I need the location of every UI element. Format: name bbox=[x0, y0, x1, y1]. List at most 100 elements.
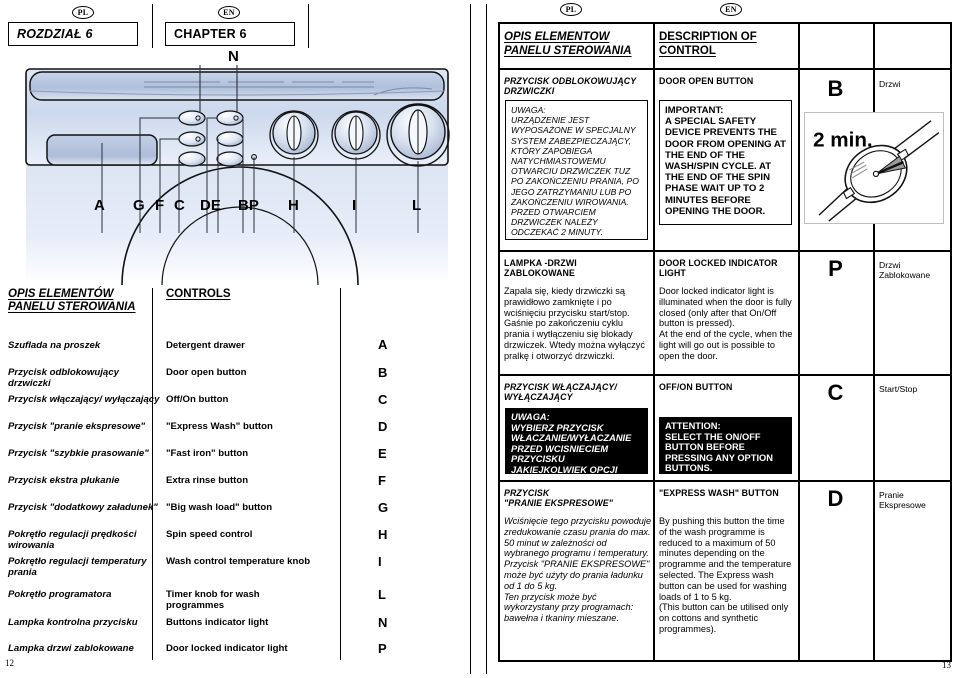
row-body-en: Door locked indicator light is illuminat… bbox=[659, 286, 793, 361]
watch-label: 2 min. bbox=[813, 128, 873, 151]
list-item: "Fast iron" button bbox=[166, 448, 249, 459]
row-side-note: Drzwi Zablokowane bbox=[879, 260, 947, 280]
callout-label-g: G bbox=[133, 197, 145, 214]
row-side-note: Start/Stop bbox=[879, 384, 918, 394]
table-rule bbox=[498, 68, 952, 70]
top-column-divider bbox=[152, 4, 153, 48]
page-spine-right bbox=[486, 4, 487, 674]
callout-label-h: H bbox=[288, 197, 299, 214]
table-rule bbox=[653, 24, 655, 660]
row-title-pl: LAMPKA -DRZWI ZABLOKOWANE bbox=[504, 258, 650, 278]
list-item: "Express Wash" button bbox=[166, 421, 273, 432]
row-title-pl-line1: PRZYCISK WŁĄCZAJĄCY/ bbox=[504, 382, 617, 392]
page-spine-left bbox=[470, 4, 471, 674]
list-item: Szuflada na proszek bbox=[8, 340, 101, 351]
list-item: Przycisk "dodatkowy załadunek" bbox=[8, 502, 158, 513]
list-header-en: CONTROLS bbox=[166, 288, 231, 301]
language-badge-pl-right: PL bbox=[560, 3, 582, 16]
attention-box-pl: UWAGA: WYBIERZ PRZYCISK WŁACZANIE/WYŁACZ… bbox=[505, 408, 648, 474]
row-letter: B bbox=[827, 76, 844, 101]
list-item-letter: F bbox=[378, 473, 386, 488]
row-side-note-line2: Ekspresowe bbox=[879, 500, 926, 510]
callout-label-i: I bbox=[352, 197, 357, 214]
chapter-box-pl: ROZDZIAŁ 6 bbox=[8, 22, 138, 46]
callout-label-n: N bbox=[228, 48, 239, 65]
row-title-pl-line1: PRZYCISK bbox=[504, 488, 550, 498]
row-title-en: OFF/ON BUTTON bbox=[659, 382, 733, 392]
list-item-letter: H bbox=[378, 527, 388, 542]
list-item: Timer knob for wash programmes bbox=[166, 589, 260, 611]
list-item-letter: I bbox=[378, 554, 382, 569]
top-column-divider-right bbox=[308, 4, 309, 48]
attention-box-en: ATTENTION: SELECT THE ON/OFF BUTTON BEFO… bbox=[659, 417, 792, 474]
table-header-en: DESCRIPTION OF CONTROL bbox=[659, 31, 794, 58]
attention-box-en-text: ATTENTION: SELECT THE ON/OFF BUTTON BEFO… bbox=[665, 421, 773, 474]
list-item: Pokrętło programatora bbox=[8, 589, 112, 600]
table-rule bbox=[498, 480, 952, 482]
list-item: Pokrętło regulacji prędkości wirowania bbox=[8, 529, 137, 551]
important-box-en: IMPORTANT: A SPECIAL SAFETY DEVICE PREVE… bbox=[659, 100, 792, 225]
list-item: Extra rinse button bbox=[166, 475, 249, 486]
row-title-en: DOOR LOCKED INDICATOR LIGHT bbox=[659, 258, 778, 278]
row-title-pl-line1: PRZYCISK ODBLOKOWUJĄCY bbox=[504, 76, 637, 86]
important-box-en-text: IMPORTANT: A SPECIAL SAFETY DEVICE PREVE… bbox=[665, 105, 786, 217]
row-letter: P bbox=[828, 256, 843, 281]
two-minute-watch-graphic: 2 min. bbox=[804, 112, 944, 224]
warning-box-pl: UWAGA: URZĄDZENIE JEST WYPOSAŻONE W SPEC… bbox=[505, 100, 648, 240]
warning-box-pl-text: UWAGA: URZĄDZENIE JEST WYPOSAŻONE W SPEC… bbox=[511, 105, 639, 238]
list-item: Door open button bbox=[166, 367, 247, 378]
row-side-note-line2: Zablokowane bbox=[879, 270, 931, 280]
row-side-note: Drzwi bbox=[879, 79, 901, 89]
table-header-en-line1: DESCRIPTION OF bbox=[659, 31, 757, 43]
list-item: Off/On button bbox=[166, 394, 229, 405]
row-title-pl: PRZYCISK WŁĄCZAJĄCY/ WYŁĄCZAJĄCY bbox=[504, 382, 650, 402]
row-body-pl: Zapala się, kiedy drzwiczki są prawidłow… bbox=[504, 286, 645, 361]
row-title-pl: PRZYCISK ODBLOKOWUJĄCY DRZWICZKI bbox=[504, 76, 650, 96]
row-title-pl-line2: "PRANIE EKSPRESOWE" bbox=[504, 498, 613, 508]
language-badge-pl: PL bbox=[72, 6, 94, 19]
table-header-pl-line1: OPIS ELEMENTÓW bbox=[504, 31, 610, 43]
list-item: Przycisk odblokowujący drzwiczki bbox=[8, 367, 119, 389]
list-item: Przycisk "szybkie prasowanie" bbox=[8, 448, 149, 459]
row-letter: C bbox=[827, 380, 844, 405]
controls-list: OPIS ELEMENTÓW PANELU STEROWANIA CONTROL… bbox=[0, 288, 480, 660]
list-item: Buttons indicator light bbox=[166, 617, 269, 628]
list-item: Pokrętło regulacji temperatury prania bbox=[8, 556, 147, 578]
list-item-letter: N bbox=[378, 615, 388, 630]
table-rule bbox=[498, 660, 952, 662]
table-header-pl: OPIS ELEMENTÓW PANELU STEROWANIA bbox=[504, 31, 649, 58]
language-badge-en-right: EN bbox=[720, 3, 742, 16]
attention-box-pl-text: UWAGA: WYBIERZ PRZYCISK WŁACZANIE/WYŁACZ… bbox=[511, 412, 632, 474]
list-item: Lampka kontrolna przycisku bbox=[8, 617, 138, 628]
row-title-pl-line2: WYŁĄCZAJĄCY bbox=[504, 392, 573, 402]
callout-label-bp: BP bbox=[238, 197, 259, 214]
row-title-pl: PRZYCISK "PRANIE EKSPRESOWE" bbox=[504, 488, 650, 508]
list-item: Przycisk ekstra płukanie bbox=[8, 475, 120, 486]
washing-machine-illustration bbox=[25, 65, 450, 285]
list-item: Door locked indicator light bbox=[166, 643, 288, 654]
row-title-en: DOOR OPEN BUTTON bbox=[659, 76, 754, 86]
list-item: Wash control temperature knob bbox=[166, 556, 311, 567]
page-number-left: 12 bbox=[5, 658, 14, 668]
list-item-letter: E bbox=[378, 446, 387, 461]
table-rule bbox=[498, 24, 500, 660]
list-header-pl: OPIS ELEMENTÓW PANELU STEROWANIA bbox=[8, 288, 136, 314]
list-header-pl-line1: OPIS ELEMENTÓW bbox=[8, 288, 114, 300]
list-item: Przycisk włączający/ wyłączający bbox=[8, 394, 160, 405]
callout-label-de: DE bbox=[200, 197, 221, 214]
manual-page: PL EN ROZDZIAŁ 6 CHAPTER 6 N A G F C DE … bbox=[0, 0, 960, 678]
row-body-en: By pushing this button the time of the w… bbox=[659, 516, 792, 634]
row-side-note-line1: Pranie bbox=[879, 490, 904, 500]
row-side-note: Pranie Ekspresowe bbox=[879, 490, 947, 510]
list-item-letter: P bbox=[378, 641, 387, 656]
chapter-box-en: CHAPTER 6 bbox=[165, 22, 295, 46]
row-body-pl: Wciśnięcie tego przycisku powoduje zredu… bbox=[504, 516, 652, 624]
language-badge-en: EN bbox=[218, 6, 240, 19]
list-item-letter: B bbox=[378, 365, 388, 380]
row-side-note-line1: Drzwi bbox=[879, 260, 901, 270]
table-rule bbox=[950, 24, 952, 660]
list-item: Lampka drzwi zablokowane bbox=[8, 643, 134, 654]
right-page: PL EN OPIS ELEMENTÓW PANELU STEROWANIA D… bbox=[498, 0, 960, 678]
table-rule bbox=[798, 24, 800, 660]
table-rule bbox=[498, 250, 952, 252]
